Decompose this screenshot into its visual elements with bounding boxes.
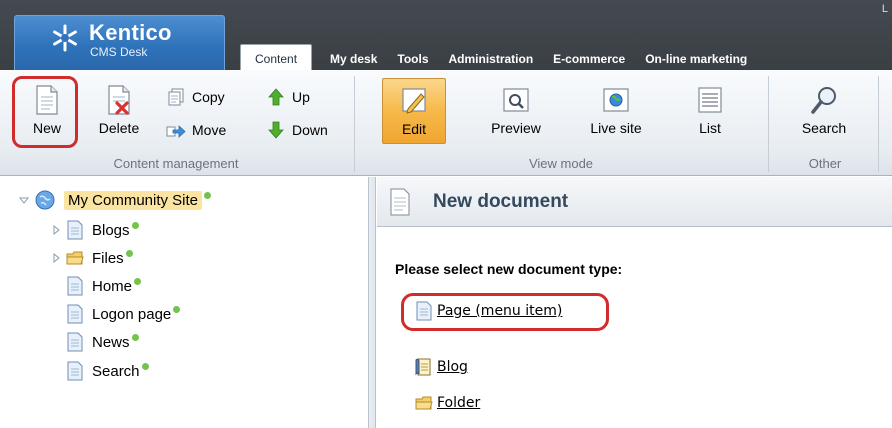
- preview-button-label: Preview: [491, 120, 541, 136]
- highlight-ring-new: [12, 76, 78, 148]
- view-mode-group: Edit Preview Live site List View mode: [356, 70, 766, 176]
- content-management-label: Content management: [113, 156, 239, 171]
- tab-administration[interactable]: Administration: [439, 48, 544, 70]
- live-site-button-label: Live site: [590, 120, 642, 136]
- tree-item-news[interactable]: News: [66, 331, 139, 353]
- page-icon: [67, 332, 83, 352]
- other-group: Search Other: [770, 70, 880, 176]
- edit-button[interactable]: Edit: [382, 78, 446, 144]
- pane-splitter[interactable]: [368, 177, 376, 428]
- tree-item-files[interactable]: Files: [50, 247, 133, 269]
- tree-root-node[interactable]: My Community Site: [18, 189, 212, 211]
- search-button[interactable]: Search: [792, 78, 856, 144]
- live-site-button[interactable]: Live site: [580, 78, 652, 144]
- tree-item-blogs[interactable]: Blogs: [50, 219, 139, 241]
- published-status-dot: [134, 277, 142, 285]
- content-title-bar: New document: [377, 177, 892, 227]
- published-status-dot: [131, 221, 139, 229]
- search-button-label: Search: [801, 120, 847, 136]
- edit-button-label: Edit: [401, 121, 427, 137]
- ribbon-separator: [878, 76, 879, 172]
- tab-my-desk[interactable]: My desk: [320, 48, 387, 70]
- move-button[interactable]: Move: [166, 119, 226, 141]
- copy-icon: [168, 88, 184, 106]
- up-button-label: Up: [292, 89, 310, 105]
- page-icon: [67, 220, 83, 240]
- tree-item-label: Search: [92, 362, 140, 380]
- content-management-group: New Delete Copy Move Up Down Content man…: [0, 70, 352, 176]
- tree-item-label: Logon page: [92, 305, 172, 323]
- page-title: New document: [433, 191, 569, 212]
- select-type-prompt: Please select new document type:: [395, 261, 623, 277]
- ribbon-separator: [354, 76, 355, 172]
- doctype-folder-link[interactable]: Folder: [415, 393, 480, 413]
- published-status-dot: [131, 333, 139, 341]
- expand-arrow-icon[interactable]: [50, 252, 62, 264]
- doctype-blog-link[interactable]: Blog: [415, 357, 468, 377]
- content-pane: New document Please select new document …: [377, 177, 892, 428]
- tree-item-label: News: [92, 333, 130, 351]
- other-label: Other: [808, 156, 842, 171]
- published-status-dot: [173, 305, 181, 313]
- blog-icon: [415, 358, 431, 376]
- site-globe-icon: [35, 190, 55, 210]
- tab-tools[interactable]: Tools: [387, 48, 438, 70]
- live-site-icon: [603, 88, 629, 112]
- published-status-dot: [125, 249, 133, 257]
- edit-icon: [402, 88, 426, 114]
- published-status-dot: [204, 191, 212, 199]
- tree-item-label: Blogs: [92, 221, 130, 239]
- tab-online-marketing[interactable]: On-line marketing: [635, 48, 757, 70]
- search-icon: [811, 87, 836, 114]
- document-icon: [390, 188, 410, 216]
- page-icon: [67, 361, 83, 381]
- delete-button[interactable]: Delete: [90, 78, 148, 144]
- folder-icon: [415, 396, 433, 410]
- up-button[interactable]: Up: [266, 86, 310, 108]
- arrow-up-icon: [268, 88, 284, 106]
- copy-button-label: Copy: [192, 89, 225, 105]
- tab-e-commerce[interactable]: E-commerce: [543, 48, 635, 70]
- expand-arrow-icon[interactable]: [50, 224, 62, 236]
- view-mode-label: View mode: [528, 156, 594, 171]
- list-button[interactable]: List: [682, 78, 738, 144]
- published-status-dot: [141, 362, 149, 370]
- down-button-label: Down: [292, 122, 328, 138]
- logo-snowflake-icon: [53, 24, 77, 52]
- collapse-arrow-icon[interactable]: [18, 194, 30, 206]
- delete-button-label: Delete: [98, 120, 140, 136]
- preview-icon: [503, 88, 529, 112]
- logo-subtitle: CMS Desk: [90, 45, 148, 59]
- doctype-label: Folder: [437, 395, 481, 411]
- down-button[interactable]: Down: [266, 119, 328, 141]
- toolbar-ribbon: New Delete Copy Move Up Down Content man…: [0, 70, 892, 176]
- preview-button[interactable]: Preview: [484, 78, 548, 144]
- header-user-link[interactable]: L: [882, 3, 888, 15]
- tree-item-home[interactable]: Home: [66, 275, 142, 297]
- page-icon: [67, 304, 83, 324]
- move-button-label: Move: [192, 122, 227, 138]
- tree-item-logon-page[interactable]: Logon page: [66, 303, 181, 325]
- folder-icon: [66, 251, 84, 265]
- content-tree: My Community Site Blogs Files Home Logon…: [0, 177, 370, 428]
- move-icon: [166, 125, 186, 138]
- tree-item-label: Files: [92, 249, 124, 267]
- tree-item-label: Home: [92, 277, 133, 295]
- ribbon-separator: [768, 76, 769, 172]
- main-tabs: Content My desk Tools Administration E-c…: [240, 44, 757, 70]
- tree-item-search[interactable]: Search: [66, 360, 149, 382]
- tab-content[interactable]: Content: [240, 44, 313, 70]
- app-header: Kentico CMS Desk L Content My desk Tools…: [0, 0, 892, 70]
- kentico-logo[interactable]: Kentico CMS Desk: [14, 15, 225, 70]
- page-icon: [67, 276, 83, 296]
- delete-document-icon: [108, 85, 130, 115]
- copy-button[interactable]: Copy: [166, 86, 225, 108]
- arrow-down-icon: [268, 121, 284, 139]
- list-button-label: List: [699, 120, 721, 136]
- highlight-ring-page: [401, 293, 609, 331]
- doctype-label: Blog: [437, 359, 468, 375]
- list-icon: [698, 87, 722, 113]
- logo-title: Kentico: [89, 20, 172, 45]
- tree-root-label: My Community Site: [64, 190, 203, 210]
